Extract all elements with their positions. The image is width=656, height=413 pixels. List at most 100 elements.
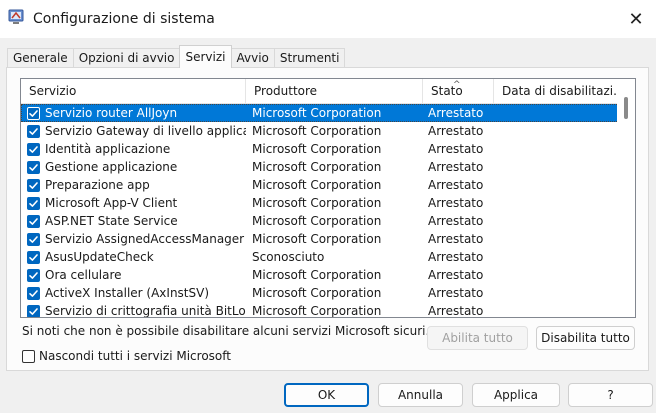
service-name-cell: Identità applicazione	[21, 140, 246, 158]
column-header-data-di-disabilitazione[interactable]: Data di disabilitazi...	[494, 79, 619, 104]
service-vendor: Microsoft Corporation	[252, 178, 382, 192]
checkmark-icon	[29, 271, 38, 279]
enable-all-button[interactable]: Abilita tutto	[427, 326, 528, 350]
service-checkbox[interactable]	[27, 142, 40, 156]
hide-microsoft-services-label: Nascondi tutti i servizi Microsoft	[39, 349, 231, 363]
service-checkbox[interactable]	[27, 304, 40, 317]
checkmark-icon	[29, 163, 38, 171]
services-list[interactable]: Servizio Produttore ^ Stato Data di disab…	[20, 78, 636, 318]
service-name: Preparazione app	[45, 178, 150, 192]
service-status: Arrestato	[428, 250, 484, 264]
service-name-cell: ActiveX Installer (AxInstSV)	[21, 284, 246, 302]
service-name: Servizio di crittografia unità BitLocker	[45, 304, 246, 318]
service-status: Arrestato	[428, 286, 484, 300]
service-disabled-date	[494, 248, 614, 266]
service-disabled-date	[494, 122, 614, 140]
service-name-cell: Servizio Gateway di livello applicazi...	[21, 122, 246, 140]
tab-generale[interactable]: Generale	[7, 48, 74, 68]
disable-all-button[interactable]: Disabilita tutto	[536, 326, 635, 350]
service-vendor: Microsoft Corporation	[252, 196, 382, 210]
service-vendor: Microsoft Corporation	[252, 142, 382, 156]
service-disabled-date	[494, 158, 614, 176]
service-checkbox[interactable]	[27, 106, 40, 120]
service-row[interactable]: AsusUpdateCheck Sconosciuto Arrestato	[21, 248, 619, 266]
checkmark-icon	[29, 127, 38, 135]
service-checkbox[interactable]	[27, 250, 40, 264]
service-name: Servizio router AllJoyn	[45, 106, 178, 120]
service-status: Arrestato	[428, 106, 484, 120]
close-button[interactable]: ✕	[616, 0, 656, 38]
service-checkbox[interactable]	[27, 232, 40, 246]
service-row[interactable]: Servizio AssignedAccessManager Microsoft …	[21, 230, 619, 248]
tab-opzioni-di-avvio[interactable]: Opzioni di avvio	[72, 48, 181, 68]
cancel-button[interactable]: Annulla	[378, 383, 463, 407]
service-name-cell: Ora cellulare	[21, 266, 246, 284]
sort-ascending-icon: ^	[453, 80, 461, 90]
service-vendor: Microsoft Corporation	[252, 286, 382, 300]
service-row[interactable]: ASP.NET State Service Microsoft Corporati…	[21, 212, 619, 230]
service-checkbox[interactable]	[27, 286, 40, 300]
checkmark-icon	[29, 109, 38, 117]
service-name-cell: Gestione applicazione	[21, 158, 246, 176]
service-status: Arrestato	[428, 142, 484, 156]
service-disabled-date	[494, 284, 614, 302]
service-row[interactable]: Preparazione app Microsoft Corporation Arr…	[21, 176, 619, 194]
tab-avvio[interactable]: Avvio	[230, 48, 275, 68]
service-row[interactable]: Servizio di crittografia unità BitLocker…	[21, 302, 619, 318]
service-vendor: Microsoft Corporation	[252, 124, 382, 138]
service-row[interactable]: Servizio router AllJoyn Microsoft Corpora…	[21, 104, 619, 122]
tab-strip: Generale Opzioni di avvio Servizi Avvio …	[7, 45, 346, 68]
service-name: ActiveX Installer (AxInstSV)	[45, 286, 210, 300]
column-header-stato[interactable]: ^ Stato	[423, 79, 494, 104]
service-vendor: Microsoft Corporation	[252, 106, 382, 120]
service-vendor: Microsoft Corporation	[252, 232, 382, 246]
service-vendor: Sconosciuto	[252, 250, 325, 264]
close-icon: ✕	[628, 8, 644, 30]
service-status: Arrestato	[428, 124, 484, 138]
service-name-cell: Servizio AssignedAccessManager	[21, 230, 246, 248]
service-checkbox[interactable]	[27, 160, 40, 174]
vertical-scrollbar[interactable]	[617, 79, 635, 317]
service-row[interactable]: Identità applicazione Microsoft Corporati…	[21, 140, 619, 158]
service-checkbox[interactable]	[27, 214, 40, 228]
service-disabled-date	[494, 212, 614, 230]
checkmark-icon	[29, 199, 38, 207]
title-bar: Configurazione di sistema ✕	[0, 0, 656, 38]
service-name-cell: AsusUpdateCheck	[21, 248, 246, 266]
service-name-cell: Microsoft App-V Client	[21, 194, 246, 212]
service-name: Servizio AssignedAccessManager	[45, 232, 245, 246]
tab-strumenti[interactable]: Strumenti	[273, 48, 346, 68]
service-disabled-date	[494, 104, 614, 122]
scrollbar-thumb[interactable]	[624, 97, 628, 119]
service-vendor: Microsoft Corporation	[252, 304, 382, 318]
ok-button[interactable]: OK	[284, 383, 369, 407]
apply-button[interactable]: Applica	[472, 383, 560, 407]
service-checkbox[interactable]	[27, 178, 40, 192]
checkmark-icon	[29, 289, 38, 297]
service-checkbox[interactable]	[27, 196, 40, 210]
service-vendor: Microsoft Corporation	[252, 214, 382, 228]
help-button[interactable]: ?	[568, 383, 653, 407]
hide-microsoft-services-checkbox[interactable]	[22, 349, 35, 363]
service-row[interactable]: Servizio Gateway di livello applicazi...…	[21, 122, 619, 140]
service-row[interactable]: Gestione applicazione Microsoft Corporati…	[21, 158, 619, 176]
service-status: Arrestato	[428, 268, 484, 282]
service-row[interactable]: Microsoft App-V Client Microsoft Corporat…	[21, 194, 619, 212]
service-status: Arrestato	[428, 214, 484, 228]
column-header-produttore[interactable]: Produttore	[246, 79, 423, 104]
service-checkbox[interactable]	[27, 124, 40, 138]
service-name-cell: Servizio router AllJoyn	[21, 104, 246, 122]
service-row[interactable]: Ora cellulare Microsoft Corporation Arrest…	[21, 266, 619, 284]
tab-servizi[interactable]: Servizi	[179, 45, 232, 68]
column-header-servizio[interactable]: Servizio	[21, 79, 246, 104]
service-checkbox[interactable]	[27, 268, 40, 282]
hide-microsoft-services-option[interactable]: Nascondi tutti i servizi Microsoft	[22, 349, 231, 363]
service-name: Servizio Gateway di livello applicazi...	[45, 124, 246, 138]
checkmark-icon	[29, 145, 38, 153]
service-name-cell: Preparazione app	[21, 176, 246, 194]
service-name-cell: ASP.NET State Service	[21, 212, 246, 230]
service-row[interactable]: ActiveX Installer (AxInstSV) Microsoft Co…	[21, 284, 619, 302]
checkmark-icon	[29, 253, 38, 261]
service-name: AsusUpdateCheck	[45, 250, 154, 264]
services-panel: Servizio Produttore ^ Stato Data di disab…	[6, 67, 649, 371]
